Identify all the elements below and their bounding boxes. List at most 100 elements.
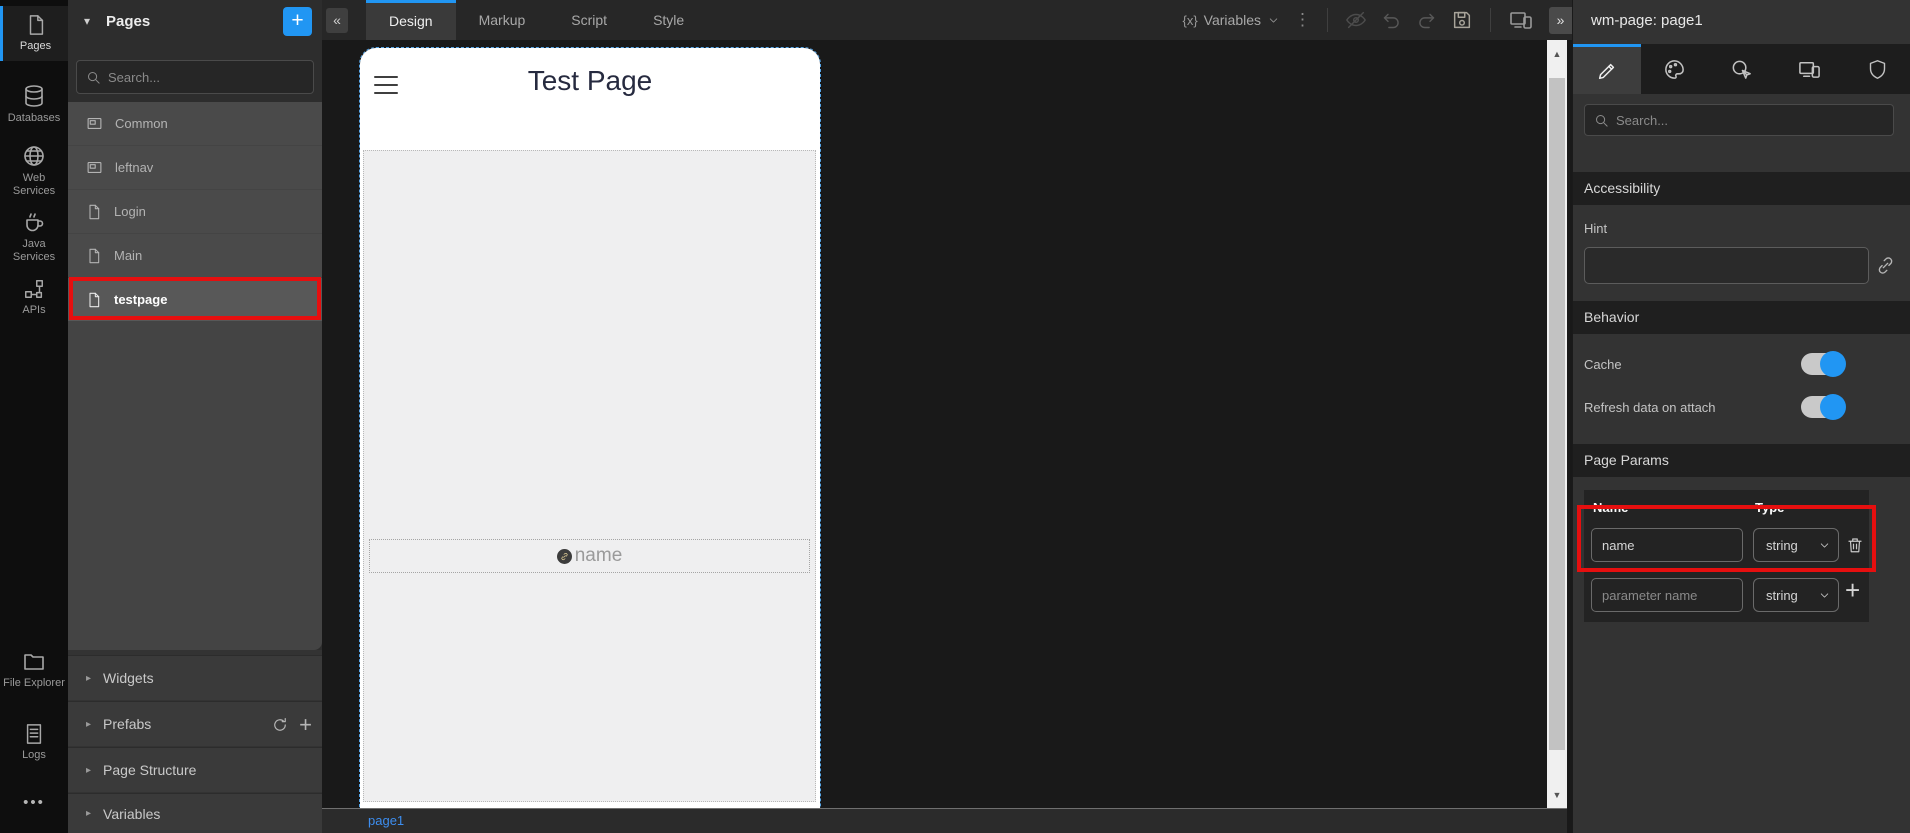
kebab-menu-icon[interactable]: ⋮ xyxy=(1294,10,1311,30)
preview-eye-off-icon[interactable] xyxy=(1345,9,1367,31)
properties-search[interactable] xyxy=(1584,104,1894,136)
column-header-type: Type xyxy=(1755,500,1784,515)
devices-icon xyxy=(1797,58,1822,81)
section-variables[interactable]: ▸ Variables xyxy=(68,793,322,833)
chevron-right-icon: ▸ xyxy=(86,765,91,776)
search-icon xyxy=(86,70,101,85)
rail-item-file-explorer[interactable]: File Explorer xyxy=(0,649,68,690)
label-widget[interactable]: name xyxy=(369,539,810,573)
tab-devices[interactable] xyxy=(1776,44,1844,94)
api-nodes-icon xyxy=(23,278,45,300)
link-icon xyxy=(560,552,569,561)
section-widgets[interactable]: ▸ Widgets xyxy=(68,655,322,700)
param-type-select[interactable]: string xyxy=(1753,528,1839,562)
properties-search-input[interactable] xyxy=(1616,113,1884,128)
canvas-page-title[interactable]: Test Page xyxy=(360,65,820,97)
page-item-main[interactable]: Main xyxy=(68,234,322,277)
coffee-cup-icon xyxy=(22,210,46,234)
status-page-name[interactable]: page1 xyxy=(368,813,404,828)
rail-label: Web Services xyxy=(0,172,68,198)
variables-braces-icon: {x} xyxy=(1182,13,1197,28)
pages-panel: ▾ Pages + Common leftnav Login Main xyxy=(68,0,322,833)
add-page-button[interactable]: + xyxy=(283,7,312,36)
add-prefab-icon[interactable]: + xyxy=(299,716,312,734)
refresh-data-toggle[interactable] xyxy=(1801,396,1845,418)
pages-search[interactable] xyxy=(76,60,314,94)
page-params-table: Name Type string string + xyxy=(1584,490,1869,622)
rail-overflow-menu[interactable]: ••• xyxy=(0,796,68,809)
tab-design[interactable]: Design xyxy=(366,0,456,40)
variables-label: Variables xyxy=(1204,12,1261,28)
pages-icon xyxy=(25,14,47,36)
new-param-name-input[interactable] xyxy=(1591,578,1743,612)
page-item-label: Main xyxy=(114,248,142,263)
canvas-scrollbar[interactable]: ▲ ▼ xyxy=(1547,40,1567,808)
rail-label: Java Services xyxy=(0,238,68,264)
partial-page-icon xyxy=(86,159,103,176)
scroll-up-icon[interactable]: ▲ xyxy=(1547,49,1567,59)
page-icon xyxy=(86,248,102,264)
section-label: Page Structure xyxy=(103,762,196,778)
tab-properties-pencil[interactable] xyxy=(1573,44,1641,94)
tab-style[interactable]: Style xyxy=(630,0,707,40)
pages-panel-header: ▾ Pages + xyxy=(68,0,322,52)
device-preview-icon[interactable] xyxy=(1508,8,1534,32)
rail-item-pages[interactable]: Pages xyxy=(0,6,68,61)
page-content-area[interactable]: name xyxy=(363,150,816,802)
rail-item-logs[interactable]: Logs xyxy=(0,723,68,762)
design-canvas: Test Page name ▲ ▼ page1 xyxy=(322,40,1567,833)
page-item-common[interactable]: Common xyxy=(68,102,322,145)
bind-link-icon[interactable] xyxy=(1875,255,1896,276)
page-item-login[interactable]: Login xyxy=(68,190,322,233)
redo-icon[interactable] xyxy=(1416,10,1437,31)
new-param-type-select[interactable]: string xyxy=(1753,578,1839,612)
toggle-knob xyxy=(1820,394,1846,420)
chevron-down-icon xyxy=(1818,539,1831,552)
expand-panel-button[interactable]: » xyxy=(1549,7,1572,34)
param-name-input[interactable] xyxy=(1591,528,1743,562)
page-item-leftnav[interactable]: leftnav xyxy=(68,146,322,189)
tab-script[interactable]: Script xyxy=(548,0,630,40)
page-item-testpage[interactable]: testpage xyxy=(68,278,322,321)
rail-item-apis[interactable]: APIs xyxy=(0,278,68,317)
label-widget-text: name xyxy=(575,545,623,567)
scroll-down-icon[interactable]: ▼ xyxy=(1547,790,1567,800)
device-page-frame[interactable]: Test Page name xyxy=(360,48,820,808)
rail-item-java-services[interactable]: Java Services xyxy=(0,210,68,264)
database-icon xyxy=(22,84,46,108)
canvas-status-bar: page1 xyxy=(322,808,1567,833)
undo-icon[interactable] xyxy=(1381,10,1402,31)
save-icon[interactable] xyxy=(1451,9,1473,31)
rail-item-databases[interactable]: Databases xyxy=(0,84,68,125)
rail-label: APIs xyxy=(0,304,68,317)
pages-panel-title: Pages xyxy=(106,13,150,30)
cache-toggle[interactable] xyxy=(1801,353,1845,375)
variables-dropdown[interactable]: {x} Variables xyxy=(1182,12,1280,28)
partial-page-icon xyxy=(86,115,103,132)
ellipsis-icon: ••• xyxy=(23,794,45,811)
pages-search-input[interactable] xyxy=(108,70,304,85)
tab-styles-palette[interactable] xyxy=(1641,44,1709,94)
add-param-button[interactable]: + xyxy=(1845,578,1860,602)
refresh-icon[interactable] xyxy=(271,716,289,734)
chevron-down-icon[interactable]: ▾ xyxy=(84,14,90,28)
pages-panel-sections: ▸ Widgets ▸ Prefabs + ▸ Page Structure ▸… xyxy=(68,650,322,833)
section-behavior[interactable]: Behavior xyxy=(1573,301,1910,334)
section-page-params[interactable]: Page Params xyxy=(1573,444,1910,477)
section-prefabs[interactable]: ▸ Prefabs + xyxy=(68,701,322,746)
rail-item-web-services[interactable]: Web Services xyxy=(0,144,68,198)
bind-link-badge xyxy=(557,549,572,564)
canvas-scrollbar-thumb[interactable] xyxy=(1549,78,1565,750)
tab-security[interactable] xyxy=(1843,44,1910,94)
section-accessibility[interactable]: Accessibility xyxy=(1573,172,1910,205)
delete-param-trash-icon[interactable] xyxy=(1846,536,1864,554)
tab-inspect[interactable] xyxy=(1708,44,1776,94)
rail-label: File Explorer xyxy=(0,677,68,690)
editor-tabs: Design Markup Script Style xyxy=(366,0,707,40)
collapse-panel-button[interactable]: « xyxy=(326,8,348,33)
hint-input[interactable] xyxy=(1584,247,1869,284)
chevron-right-icon: ▸ xyxy=(86,673,91,684)
tab-markup[interactable]: Markup xyxy=(456,0,549,40)
section-page-structure[interactable]: ▸ Page Structure xyxy=(68,747,322,792)
toggle-knob xyxy=(1820,351,1846,377)
